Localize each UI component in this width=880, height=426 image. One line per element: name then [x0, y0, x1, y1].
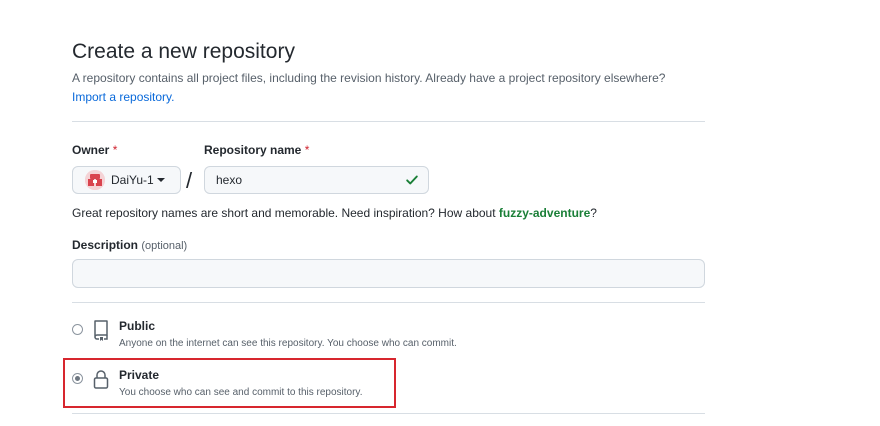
private-option-highlight — [63, 358, 396, 408]
import-repository-link[interactable]: Import a repository. — [72, 90, 174, 104]
repo-book-icon — [94, 320, 108, 341]
page-description: A repository contains all project files,… — [72, 69, 712, 107]
divider — [72, 413, 705, 414]
repo-name-hint: Great repository names are short and mem… — [72, 206, 597, 220]
public-radio[interactable] — [72, 324, 83, 335]
repo-name-label: Repository name * — [204, 143, 309, 157]
hint-text: Great repository names are short and mem… — [72, 206, 499, 220]
description-label-text: Description — [72, 238, 139, 252]
page-title: Create a new repository — [72, 40, 295, 63]
owner-label: Owner * — [72, 143, 117, 157]
optional-tag: (optional) — [141, 240, 188, 252]
avatar — [85, 170, 105, 190]
name-suggestion-link[interactable]: fuzzy-adventure — [499, 206, 590, 220]
visibility-option-public[interactable]: Public Anyone on the internet can see th… — [72, 319, 692, 355]
repo-name-field[interactable] — [204, 166, 429, 194]
owner-name: DaiYu-1 — [111, 173, 154, 187]
owner-label-text: Owner — [72, 143, 110, 157]
public-title: Public — [119, 319, 156, 333]
hint-end: ? — [590, 206, 597, 220]
repo-name-input[interactable] — [216, 173, 396, 187]
description-label: Description (optional) — [72, 238, 187, 252]
page-description-text: A repository contains all project files,… — [72, 71, 666, 85]
divider — [72, 302, 705, 303]
repo-name-label-text: Repository name — [204, 143, 302, 157]
required-mark: * — [112, 143, 118, 157]
public-description: Anyone on the internet can see this repo… — [119, 338, 457, 349]
divider — [72, 121, 705, 122]
owner-select-button[interactable]: DaiYu-1 — [72, 166, 181, 194]
check-icon — [406, 175, 418, 185]
owner-repo-separator: / — [186, 168, 193, 193]
required-mark: * — [304, 143, 310, 157]
chevron-down-icon — [156, 178, 165, 182]
description-input[interactable] — [72, 259, 705, 288]
